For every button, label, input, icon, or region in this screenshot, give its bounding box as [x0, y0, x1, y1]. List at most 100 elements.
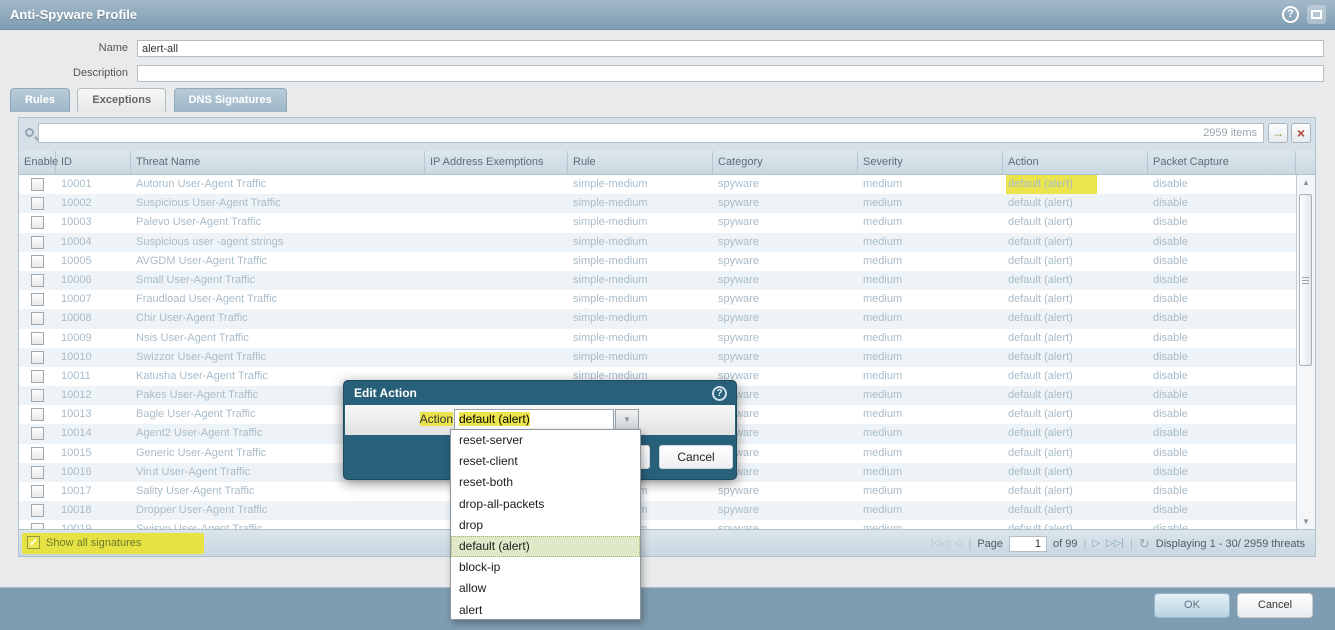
page-number-input[interactable]	[1009, 536, 1047, 552]
column-header-action[interactable]: Action	[1003, 151, 1148, 174]
column-header-category[interactable]: Category	[713, 151, 858, 174]
action-cell[interactable]: default (alert)	[1003, 424, 1148, 443]
threat-name-link[interactable]: Sality User-Agent Traffic	[131, 482, 425, 501]
enable-checkbox[interactable]	[31, 274, 44, 287]
action-cell[interactable]: default (alert)	[1003, 271, 1148, 290]
action-cell[interactable]: default (alert)	[1003, 213, 1148, 232]
action-cell[interactable]: default (alert)	[1003, 194, 1148, 213]
enable-checkbox[interactable]	[31, 370, 44, 383]
action-combobox[interactable]: default (alert)	[454, 409, 614, 430]
enable-checkbox[interactable]	[31, 351, 44, 364]
tab-exceptions[interactable]: Exceptions	[77, 88, 166, 112]
enable-checkbox[interactable]	[31, 504, 44, 517]
restore-window-icon[interactable]	[1307, 5, 1326, 24]
threat-name-link[interactable]: Fraudload User-Agent Traffic	[131, 290, 425, 309]
enable-checkbox[interactable]	[31, 255, 44, 268]
action-cell[interactable]: default (alert)	[1003, 233, 1148, 252]
enable-checkbox[interactable]	[31, 293, 44, 306]
column-header-packet-capture[interactable]: Packet Capture	[1148, 151, 1296, 174]
enable-checkbox[interactable]	[31, 312, 44, 325]
action-cell[interactable]: default (alert)	[1003, 501, 1148, 520]
action-cell[interactable]: default (alert)	[1003, 520, 1148, 529]
vertical-scrollbar[interactable]: ▲ ▼	[1296, 175, 1315, 529]
dropdown-option[interactable]: drop-all-packets	[451, 494, 640, 515]
table-row[interactable]: 10010Swizzor User-Agent Trafficsimple-me…	[19, 348, 1296, 367]
first-page-icon[interactable]: |◁◁	[931, 538, 949, 549]
table-row[interactable]: 10018Dropper User-Agent Trafficsimple-me…	[19, 501, 1296, 520]
column-header-rule[interactable]: Rule	[568, 151, 713, 174]
table-row[interactable]: 10004Suspicious user -agent stringssimpl…	[19, 233, 1296, 252]
action-cell[interactable]: default (alert)	[1003, 463, 1148, 482]
enable-checkbox[interactable]	[31, 178, 44, 191]
dropdown-option[interactable]: alert	[451, 600, 640, 621]
column-header-ip-exemptions[interactable]: IP Address Exemptions	[425, 151, 568, 174]
last-page-icon[interactable]: ▷▷|	[1106, 538, 1124, 549]
column-header-severity[interactable]: Severity	[858, 151, 1003, 174]
enable-checkbox[interactable]	[31, 427, 44, 440]
dropdown-option[interactable]: reset-both	[451, 472, 640, 493]
combo-dropdown-arrow-icon[interactable]: ▼	[615, 409, 639, 430]
clear-filter-icon[interactable]: ×	[1291, 123, 1311, 143]
dialog-cancel-button[interactable]: Cancel	[659, 445, 733, 469]
dropdown-option[interactable]: allow	[451, 578, 640, 599]
enable-checkbox[interactable]	[31, 332, 44, 345]
action-cell[interactable]: default (alert)	[1003, 175, 1148, 194]
threat-name-link[interactable]: Swisyn User-Agent Traffic	[131, 520, 425, 529]
enable-checkbox[interactable]	[31, 197, 44, 210]
table-row[interactable]: 10007Fraudload User-Agent Trafficsimple-…	[19, 290, 1296, 309]
show-all-signatures-checkbox[interactable]: ✓	[27, 536, 40, 549]
threat-name-link[interactable]: Palevo User-Agent Traffic	[131, 213, 425, 232]
threat-name-link[interactable]: Suspicious user -agent strings	[131, 233, 425, 252]
action-cell[interactable]: default (alert)	[1003, 405, 1148, 424]
table-row[interactable]: 10009Nsis User-Agent Trafficsimple-mediu…	[19, 329, 1296, 348]
enable-checkbox[interactable]	[31, 485, 44, 498]
threat-name-link[interactable]: Chir User-Agent Traffic	[131, 309, 425, 328]
table-row[interactable]: 10003Palevo User-Agent Trafficsimple-med…	[19, 213, 1296, 232]
threat-name-link[interactable]: Dropper User-Agent Traffic	[131, 501, 425, 520]
description-field[interactable]	[137, 65, 1324, 82]
scrollbar-thumb[interactable]	[1299, 194, 1312, 366]
threat-name-link[interactable]: Suspicious User-Agent Traffic	[131, 194, 425, 213]
action-cell[interactable]: default (alert)	[1003, 386, 1148, 405]
action-cell[interactable]: default (alert)	[1003, 290, 1148, 309]
table-row[interactable]: 10006Small User-Agent Trafficsimple-medi…	[19, 271, 1296, 290]
column-header-enable[interactable]: Enable	[19, 151, 56, 174]
ok-button[interactable]: OK	[1154, 593, 1230, 618]
dropdown-option[interactable]: reset-server	[451, 430, 640, 451]
show-all-signatures-label[interactable]: Show all signatures	[46, 537, 141, 549]
threat-name-link[interactable]: Small User-Agent Traffic	[131, 271, 425, 290]
table-row[interactable]: 10002Suspicious User-Agent Trafficsimple…	[19, 194, 1296, 213]
action-cell[interactable]: default (alert)	[1003, 329, 1148, 348]
column-header-threat-name[interactable]: Threat Name	[131, 151, 425, 174]
action-cell[interactable]: default (alert)	[1003, 482, 1148, 501]
search-input[interactable]	[38, 123, 1264, 143]
action-cell[interactable]: default (alert)	[1003, 348, 1148, 367]
table-row[interactable]: 10005AVGDM User-Agent Trafficsimple-medi…	[19, 252, 1296, 271]
action-cell[interactable]: default (alert)	[1003, 252, 1148, 271]
table-row[interactable]: 10017Sality User-Agent Trafficsimple-med…	[19, 482, 1296, 501]
enable-checkbox[interactable]	[31, 466, 44, 479]
refresh-icon[interactable]: ↻	[1139, 536, 1150, 552]
table-row[interactable]: 10001Autorun User-Agent Trafficsimple-me…	[19, 175, 1296, 194]
dropdown-option[interactable]: reset-client	[451, 451, 640, 472]
dropdown-option[interactable]: default (alert)	[451, 536, 640, 557]
threat-name-link[interactable]: AVGDM User-Agent Traffic	[131, 252, 425, 271]
enable-checkbox[interactable]	[31, 236, 44, 249]
next-page-icon[interactable]: ▷	[1092, 538, 1100, 549]
apply-filter-icon[interactable]: →	[1268, 123, 1288, 143]
prev-page-icon[interactable]: ◁	[955, 538, 963, 549]
tab-dns-signatures[interactable]: DNS Signatures	[174, 88, 287, 112]
enable-checkbox[interactable]	[31, 216, 44, 229]
scroll-down-icon[interactable]: ▼	[1297, 517, 1315, 526]
table-row[interactable]: 10019Swisyn User-Agent Trafficsimple-med…	[19, 520, 1296, 529]
threat-name-link[interactable]: Autorun User-Agent Traffic	[131, 175, 425, 194]
action-cell[interactable]: default (alert)	[1003, 367, 1148, 386]
action-cell[interactable]: default (alert)	[1003, 444, 1148, 463]
dropdown-option[interactable]: block-ip	[451, 557, 640, 578]
dropdown-option[interactable]: drop	[451, 515, 640, 536]
table-row[interactable]: 10008Chir User-Agent Trafficsimple-mediu…	[19, 309, 1296, 328]
enable-checkbox[interactable]	[31, 408, 44, 421]
enable-checkbox[interactable]	[31, 447, 44, 460]
help-icon[interactable]: ?	[1282, 6, 1299, 23]
threat-name-link[interactable]: Nsis User-Agent Traffic	[131, 329, 425, 348]
